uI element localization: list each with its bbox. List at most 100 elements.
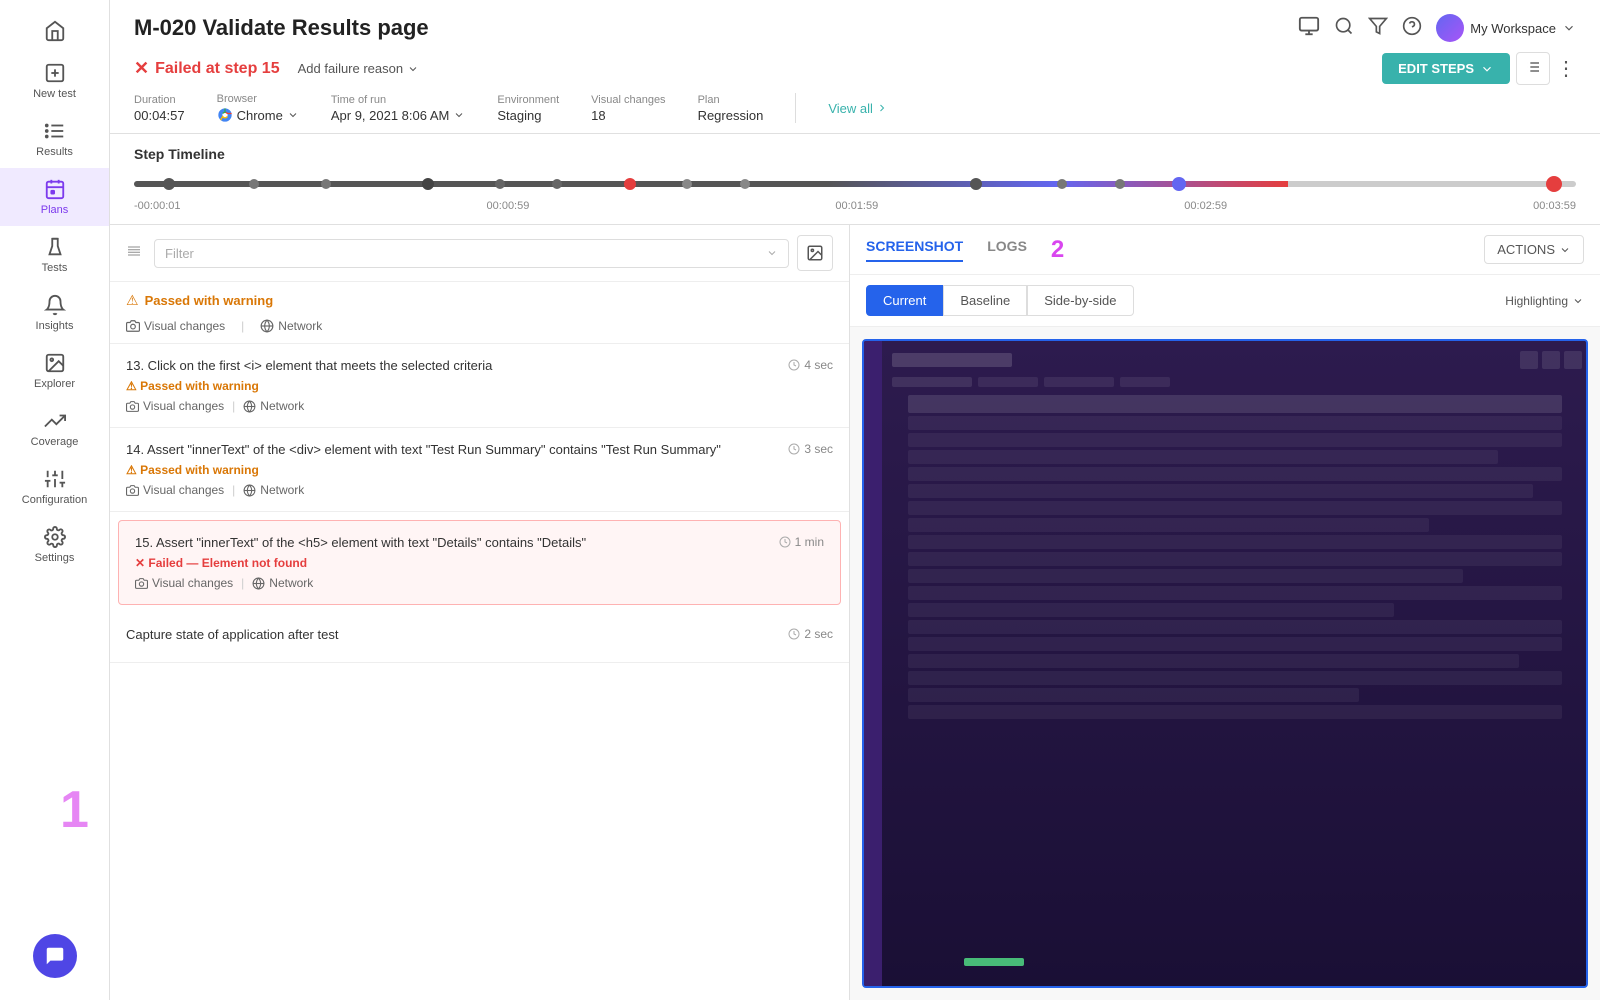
camera-icon (126, 319, 140, 333)
chat-icon (44, 945, 66, 967)
step-14-visual[interactable]: Visual changes (126, 483, 224, 497)
sidebar-item-home[interactable] (0, 10, 109, 52)
step-13-visual[interactable]: Visual changes (126, 399, 224, 413)
screenshot-toggle-btn[interactable] (797, 235, 833, 271)
time-value[interactable]: Apr 9, 2021 8:06 AM (331, 108, 466, 123)
dot-fail (624, 178, 636, 190)
camera-icon-13 (126, 400, 139, 413)
view-all-link[interactable]: View all (828, 101, 888, 116)
dot-6 (552, 179, 562, 189)
camera-icon-14 (126, 484, 139, 497)
network-icon-15 (252, 577, 265, 590)
prev-visual-tab[interactable]: Visual changes (126, 319, 225, 333)
ss-row (908, 518, 1429, 532)
ss-row (908, 467, 1562, 481)
ss-row (908, 671, 1562, 685)
ss-row (908, 535, 1562, 549)
steps-view-btn[interactable] (1516, 52, 1550, 85)
prev-step-status: ⚠ Passed with warning (126, 292, 833, 309)
prev-network-tab[interactable]: Network (260, 319, 322, 333)
dot-8 (740, 179, 750, 189)
dot-1 (163, 178, 175, 190)
search-icon[interactable] (1334, 16, 1354, 41)
tab-screenshot[interactable]: SCREENSHOT (866, 238, 963, 262)
ss-row (908, 688, 1359, 702)
sidebar-item-explorer[interactable]: Explorer (0, 342, 109, 400)
dot-blue (1172, 177, 1186, 191)
sidebar-item-coverage[interactable]: Coverage (0, 400, 109, 458)
sidebar-item-plans[interactable]: Plans (0, 168, 109, 226)
sidebar-item-results[interactable]: Results (0, 110, 109, 168)
add-failure-dropdown[interactable]: Add failure reason (298, 61, 420, 76)
filter-icon[interactable] (1368, 16, 1388, 41)
actions-button[interactable]: ACTIONS (1484, 235, 1584, 264)
step-13-network[interactable]: Network (243, 399, 304, 413)
browser-chevron-icon (287, 109, 299, 121)
more-options-btn[interactable]: ⋮ (1556, 56, 1576, 81)
tab-baseline[interactable]: Baseline (943, 285, 1027, 316)
highlighting-button[interactable]: Highlighting (1505, 294, 1584, 308)
time-label: Time of run (331, 94, 466, 106)
dot-9 (970, 178, 982, 190)
steps-panel: Filter ⚠ Passed with warning (110, 225, 850, 1000)
step-13-time: 4 sec (788, 358, 833, 372)
meta-row: Duration 00:04:57 Browser Chrome (134, 93, 1576, 123)
step-15-status: ✕ Failed — Element not found (135, 556, 824, 570)
image-toggle-icon (806, 244, 824, 262)
plan-label: Plan (698, 94, 764, 106)
screenshot-tabs: SCREENSHOT LOGS 2 ACTIONS (850, 225, 1600, 275)
step-15-footer: Visual changes | Network (135, 576, 824, 590)
step-item-15[interactable]: 15. Assert "innerText" of the <h5> eleme… (118, 520, 841, 605)
dot-5 (495, 179, 505, 189)
step-15-visual[interactable]: Visual changes (135, 576, 233, 590)
ss-row (908, 620, 1562, 634)
clock-icon-15 (779, 536, 791, 548)
step-item-13[interactable]: 13. Click on the first <i> element that … (110, 344, 849, 428)
workspace-badge[interactable]: My Workspace (1436, 14, 1576, 42)
network-icon (260, 319, 274, 333)
step-14-time: 3 sec (788, 442, 833, 456)
sliders-icon (44, 468, 66, 490)
timeline-bar[interactable] (134, 172, 1576, 196)
step-item-prev[interactable]: ⚠ Passed with warning Visual changes | N… (110, 282, 849, 344)
beaker-icon (44, 236, 66, 258)
network-icon-13 (243, 400, 256, 413)
step-14-network[interactable]: Network (243, 483, 304, 497)
browser-value[interactable]: Chrome (217, 107, 299, 123)
actions-chevron-icon (1559, 244, 1571, 256)
step-15-header: 15. Assert "innerText" of the <h5> eleme… (135, 535, 824, 550)
plus-square-icon (44, 62, 66, 84)
page-title: M-020 Validate Results page (134, 15, 429, 41)
visual-value: 18 (591, 108, 665, 123)
sidebar-item-insights[interactable]: Insights (0, 284, 109, 342)
timeline-track (134, 181, 1576, 187)
camera-icon-15 (135, 577, 148, 590)
help-icon[interactable] (1402, 16, 1422, 41)
sidebar-item-tests[interactable]: Tests (0, 226, 109, 284)
page-header: M-020 Validate Results page (110, 0, 1600, 134)
network-icon-14 (243, 484, 256, 497)
ss-row (908, 501, 1562, 515)
step-item-capture[interactable]: Capture state of application after test … (110, 613, 849, 663)
ss-row (908, 450, 1498, 464)
sidebar-item-settings[interactable]: Settings (0, 516, 109, 574)
sidebar-item-explorer-label: Explorer (34, 378, 75, 390)
ss-row (908, 603, 1394, 617)
calendar-icon (44, 178, 66, 200)
dot-4 (422, 178, 434, 190)
edit-steps-button[interactable]: EDIT STEPS (1382, 53, 1510, 84)
meta-environment: Environment Staging (497, 94, 559, 123)
tl-2: 00:00:59 (487, 200, 530, 212)
sidebar-item-new-test[interactable]: New test (0, 52, 109, 110)
tab-current[interactable]: Current (866, 285, 943, 316)
step-15-network[interactable]: Network (252, 576, 313, 590)
ss-header (892, 349, 1582, 371)
sidebar-item-configuration[interactable]: Configuration (0, 458, 109, 516)
chat-bubble-btn[interactable] (33, 934, 77, 978)
tab-side-by-side[interactable]: Side-by-side (1027, 285, 1133, 316)
step-item-14[interactable]: 14. Assert "innerText" of the <div> elem… (110, 428, 849, 512)
tab-logs[interactable]: LOGS (987, 238, 1027, 262)
sidebar-item-plans-label: Plans (41, 204, 69, 216)
filter-input[interactable]: Filter (154, 239, 789, 268)
add-failure-label: Add failure reason (298, 61, 404, 76)
